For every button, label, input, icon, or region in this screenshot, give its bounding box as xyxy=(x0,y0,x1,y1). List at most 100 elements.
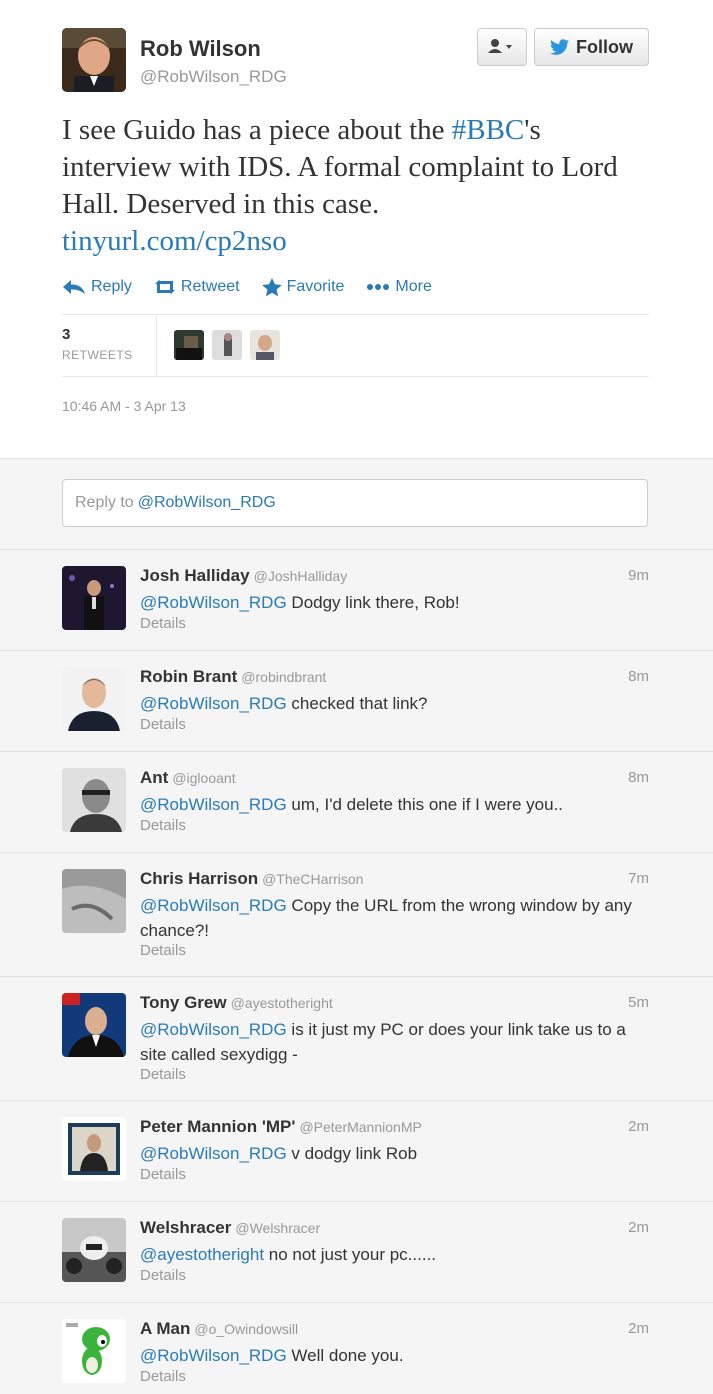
mention-link[interactable]: @ayestotheright xyxy=(140,1245,264,1264)
reply-body: checked that link? xyxy=(286,694,428,713)
reply-text: @RobWilson_RDG v dodgy link Rob xyxy=(140,1141,655,1166)
author-name[interactable]: Rob Wilson xyxy=(140,36,261,62)
reply-author-name[interactable]: Tony Grew xyxy=(140,993,227,1012)
list-item[interactable]: Robin Brant @robindbrant 8m @RobWilson_RD… xyxy=(0,650,713,751)
retweet-count[interactable]: 3 xyxy=(62,326,70,343)
reply-avatar[interactable] xyxy=(62,1218,126,1282)
reply-author-name[interactable]: A Man xyxy=(140,1319,190,1338)
mention-link[interactable]: @RobWilson_RDG xyxy=(140,593,287,612)
list-item[interactable]: Peter Mannion 'MP' @PeterMannionMP 2m @Ro… xyxy=(0,1100,713,1201)
details-link[interactable]: Details xyxy=(140,942,186,959)
reply-avatar[interactable] xyxy=(62,869,126,933)
reply-author-name[interactable]: Robin Brant xyxy=(140,667,237,686)
reply-header: A Man @o_Owindowsill xyxy=(140,1319,298,1339)
reply-avatar[interactable] xyxy=(62,768,126,832)
reply-author-handle[interactable]: @o_Owindowsill xyxy=(194,1321,298,1337)
retweet-icon xyxy=(154,280,175,294)
reply-header: Welshracer @Welshracer xyxy=(140,1218,320,1238)
list-item[interactable]: Josh Halliday @JoshHalliday 9m @RobWilson… xyxy=(0,549,713,650)
divider xyxy=(62,314,649,315)
reply-text: @RobWilson_RDG is it just my PC or does … xyxy=(140,1017,655,1067)
reply-body: Dodgy link there, Rob! xyxy=(286,593,460,612)
details-link[interactable]: Details xyxy=(140,1368,186,1385)
reply-time[interactable]: 5m xyxy=(628,994,649,1011)
details-link[interactable]: Details xyxy=(140,1267,186,1284)
details-link[interactable]: Details xyxy=(140,615,186,632)
list-item[interactable]: Chris Harrison @TheCHarrison 7m @RobWilso… xyxy=(0,852,713,976)
reply-author-name[interactable]: Welshracer xyxy=(140,1218,231,1237)
mention-link[interactable]: @RobWilson_RDG xyxy=(140,1144,287,1163)
reply-author-handle[interactable]: @JoshHalliday xyxy=(254,568,348,584)
divider xyxy=(62,376,649,377)
mention-link[interactable]: @RobWilson_RDG xyxy=(140,1346,287,1365)
tweet-url-link[interactable]: tinyurl.com/cp2nso xyxy=(62,225,287,257)
retweeter-avatar[interactable] xyxy=(250,330,280,360)
reply-time[interactable]: 7m xyxy=(628,870,649,887)
reply-header: Ant @iglooant xyxy=(140,768,236,788)
reply-time[interactable]: 2m xyxy=(628,1320,649,1337)
follow-label: Follow xyxy=(576,36,633,57)
reply-input-prefix: Reply to xyxy=(75,494,134,511)
reply-author-handle[interactable]: @robindbrant xyxy=(241,669,326,685)
reply-text: @RobWilson_RDG Dodgy link there, Rob! xyxy=(140,590,655,615)
retweeter-avatar[interactable] xyxy=(212,330,242,360)
reply-time[interactable]: 8m xyxy=(628,769,649,786)
retweet-action[interactable]: Retweet xyxy=(154,278,240,296)
reply-author-name[interactable]: Chris Harrison xyxy=(140,869,258,888)
list-item[interactable]: A Man @o_Owindowsill 2m @RobWilson_RDG We… xyxy=(0,1302,713,1394)
reply-text: @RobWilson_RDG Copy the URL from the wro… xyxy=(140,893,655,943)
retweeter-avatar[interactable] xyxy=(174,330,204,360)
reply-author-handle[interactable]: @TheCHarrison xyxy=(262,871,363,887)
mention-link[interactable]: @RobWilson_RDG xyxy=(140,1020,287,1039)
user-menu-icon xyxy=(488,39,512,53)
favorite-action[interactable]: Favorite xyxy=(261,277,344,297)
details-link[interactable]: Details xyxy=(140,817,186,834)
reply-header: Josh Halliday @JoshHalliday xyxy=(140,566,347,586)
follow-button[interactable]: Follow xyxy=(534,28,649,66)
reply-avatar[interactable] xyxy=(62,1117,126,1181)
reply-avatar[interactable] xyxy=(62,667,126,731)
tweet-timestamp[interactable]: 10:46 AM - 3 Apr 13 xyxy=(62,398,186,414)
details-link[interactable]: Details xyxy=(140,1166,186,1183)
author-avatar[interactable] xyxy=(62,28,126,92)
reply-body: Well done you. xyxy=(286,1346,404,1365)
reply-author-name[interactable]: Ant xyxy=(140,768,168,787)
reply-text: @ayestotheright no not just your pc.....… xyxy=(140,1242,655,1267)
mention-link[interactable]: @RobWilson_RDG xyxy=(140,795,287,814)
user-actions-button[interactable] xyxy=(477,28,527,66)
reply-header: Chris Harrison @TheCHarrison xyxy=(140,869,363,889)
reply-action[interactable]: Reply xyxy=(62,278,132,296)
mention-link[interactable]: @RobWilson_RDG xyxy=(140,896,287,915)
reply-header: Peter Mannion 'MP' @PeterMannionMP xyxy=(140,1117,422,1137)
retweet-label: Retweet xyxy=(180,278,240,295)
reply-author-name[interactable]: Josh Halliday xyxy=(140,566,250,585)
reply-body: um, I'd delete this one if I were you.. xyxy=(286,795,564,814)
reply-input[interactable]: Reply to @RobWilson_RDG xyxy=(62,479,648,527)
mention-link[interactable]: @RobWilson_RDG xyxy=(140,694,287,713)
hashtag-link[interactable]: #BBC xyxy=(452,114,525,146)
list-item[interactable]: Ant @iglooant 8m @RobWilson_RDG um, I'd d… xyxy=(0,751,713,852)
tweet-text-pre: I see Guido has a piece about the xyxy=(62,114,452,146)
reply-composer: Reply to @RobWilson_RDG xyxy=(0,458,713,549)
more-action[interactable]: More xyxy=(366,278,432,296)
reply-avatar[interactable] xyxy=(62,566,126,630)
reply-time[interactable]: 2m xyxy=(628,1118,649,1135)
reply-time[interactable]: 9m xyxy=(628,567,649,584)
details-link[interactable]: Details xyxy=(140,716,186,733)
reply-avatar[interactable] xyxy=(62,1319,126,1383)
reply-time[interactable]: 8m xyxy=(628,668,649,685)
reply-avatar[interactable] xyxy=(62,993,126,1057)
details-link[interactable]: Details xyxy=(140,1066,186,1083)
author-handle[interactable]: @RobWilson_RDG xyxy=(140,67,287,87)
reply-author-handle[interactable]: @iglooant xyxy=(172,770,235,786)
reply-author-handle[interactable]: @Welshracer xyxy=(235,1220,320,1236)
dots-icon xyxy=(367,284,390,290)
list-item[interactable]: Tony Grew @ayestotheright 5m @RobWilson_R… xyxy=(0,976,713,1100)
reply-author-handle[interactable]: @ayestotheright xyxy=(231,995,333,1011)
reply-author-handle[interactable]: @PeterMannionMP xyxy=(299,1119,421,1135)
reply-time[interactable]: 2m xyxy=(628,1219,649,1236)
list-item[interactable]: Welshracer @Welshracer 2m @ayestotheright… xyxy=(0,1201,713,1302)
main-tweet: Rob Wilson @RobWilson_RDG Follow I see G… xyxy=(0,0,713,458)
reply-author-name[interactable]: Peter Mannion 'MP' xyxy=(140,1117,295,1136)
bird-icon xyxy=(550,38,570,55)
